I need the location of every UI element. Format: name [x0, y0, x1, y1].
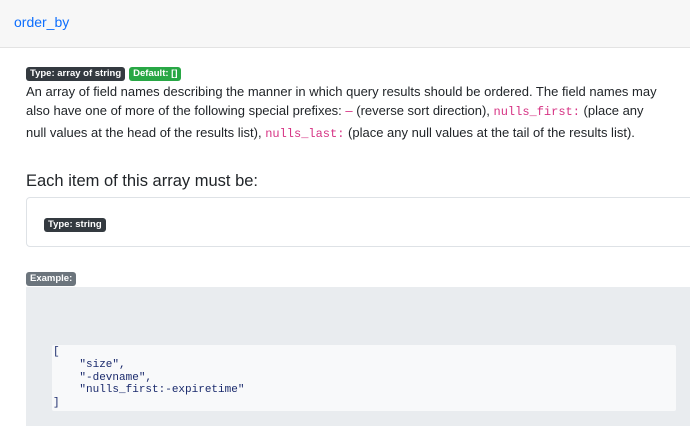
example-panel: [ "size", "-devname", "nulls_first:-expi…	[26, 287, 690, 426]
example-code-block: [ "size", "-devname", "nulls_first:-expi…	[52, 345, 676, 411]
badge-row: Type: array of string Default: []	[26, 67, 182, 81]
example-badge: Example:	[26, 272, 77, 286]
property-header: order_by	[0, 0, 690, 48]
item-schema-box: Type: string	[26, 197, 690, 247]
default-badge: Default: []	[129, 67, 182, 81]
example-code: [ "size", "-devname", "nulls_first:-expi…	[53, 346, 245, 410]
property-description: An array of field names describing the m…	[26, 82, 666, 144]
nulls-last-code: nulls_last:	[265, 126, 345, 141]
description-text: (place any null values at the tail of th…	[344, 124, 635, 140]
nulls-first-code: nulls_first:	[493, 105, 580, 120]
property-name-link[interactable]: order_by	[14, 14, 69, 30]
item-type-badge: Type: string	[44, 218, 106, 232]
dash-prefix: –	[345, 103, 353, 119]
description-text: (reverse sort direction),	[352, 103, 494, 119]
items-heading: Each item of this array must be:	[26, 172, 259, 190]
type-badge: Type: array of string	[26, 67, 126, 81]
